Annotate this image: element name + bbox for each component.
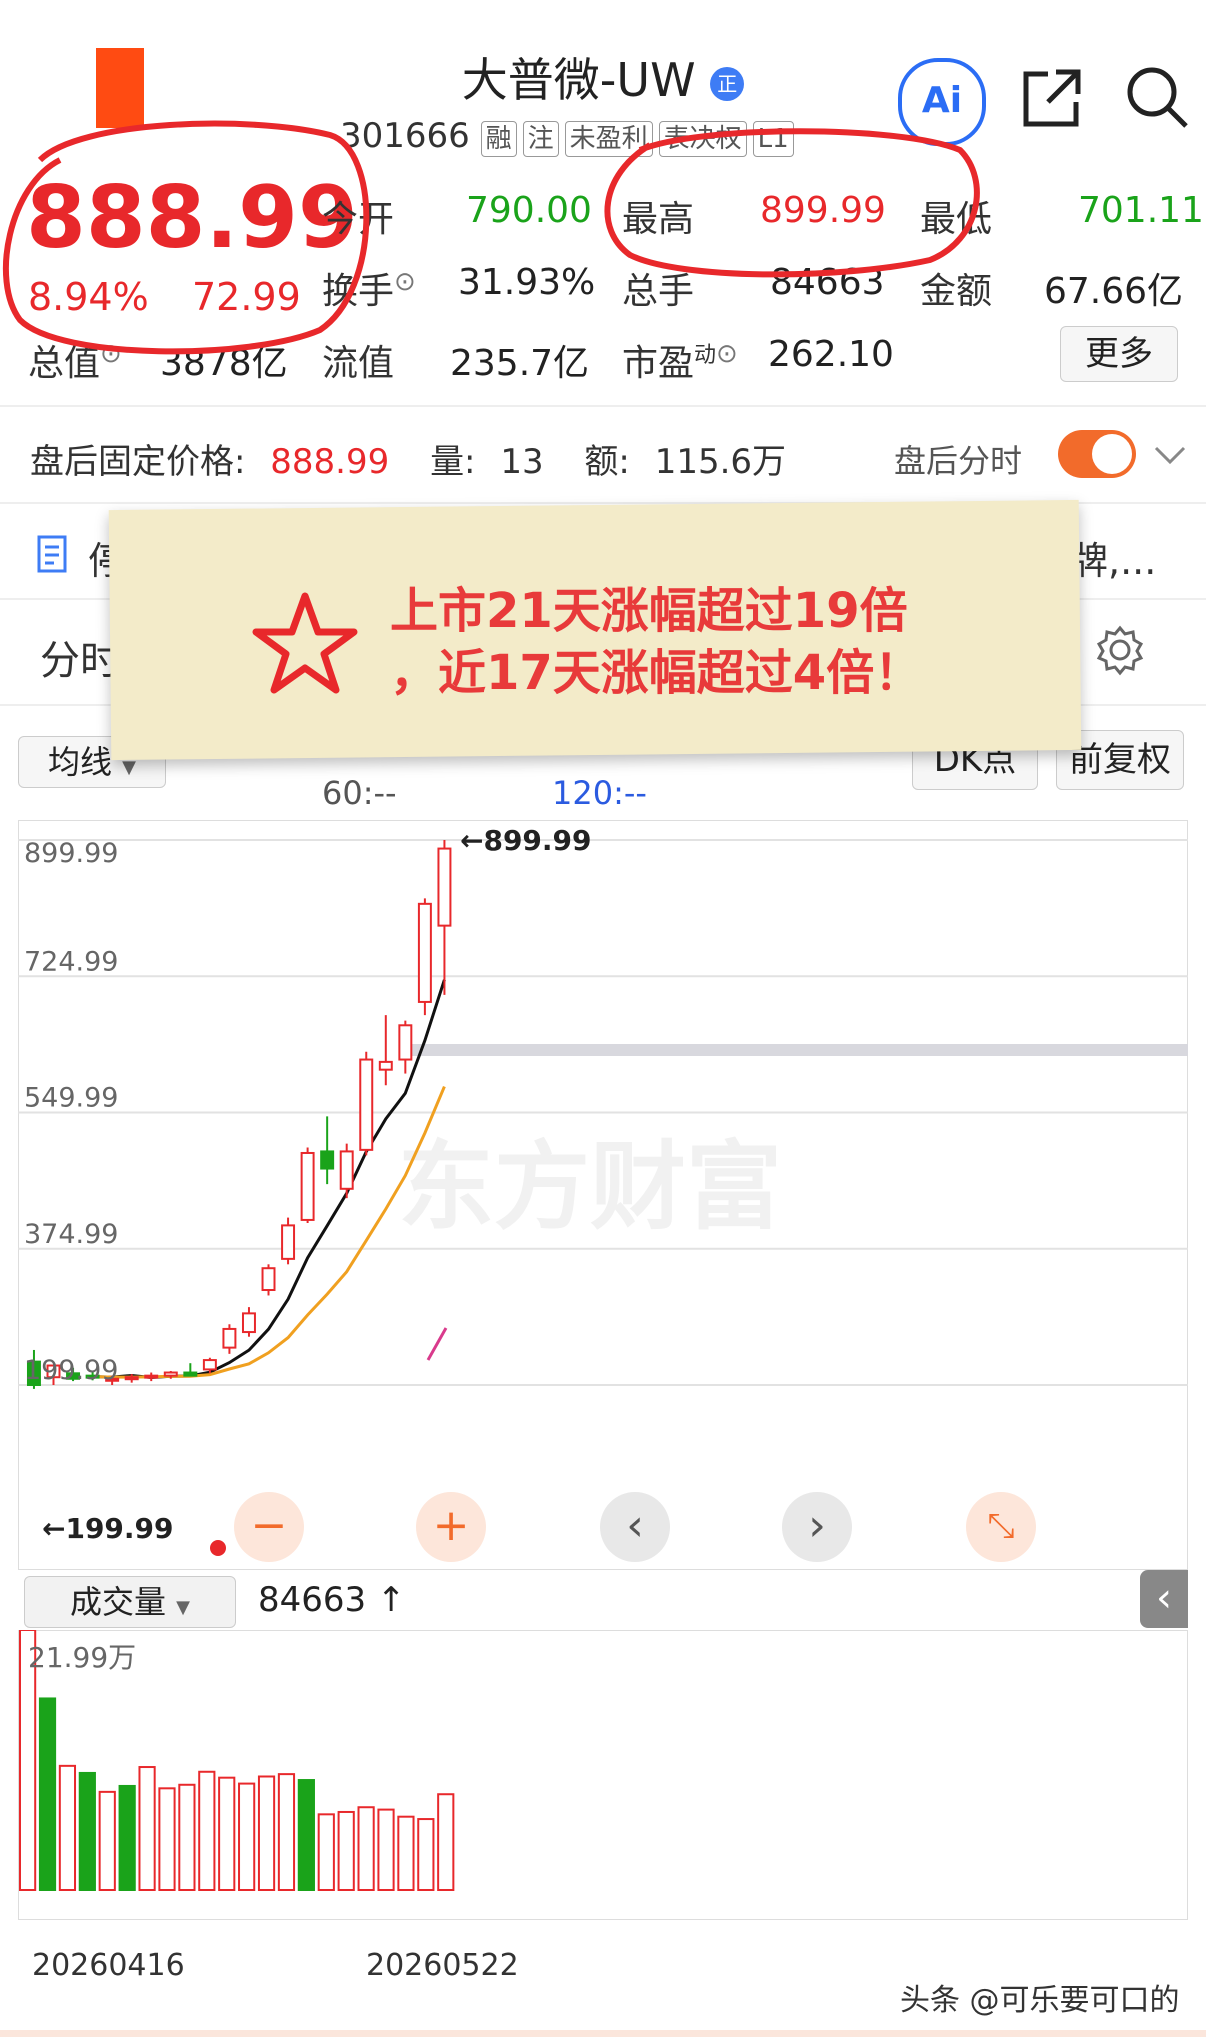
divider xyxy=(0,405,1206,407)
candle[interactable] xyxy=(222,1327,237,1349)
candle[interactable] xyxy=(378,1060,393,1071)
dropdown-arrow-icon: ▼ xyxy=(176,1597,191,1618)
sticky-note-text: 上市21天涨幅超过19倍 ，近17天涨幅超过4倍！ xyxy=(390,580,922,704)
y-tick-label: 899.99 xyxy=(24,838,118,869)
after-hours-toggle[interactable] xyxy=(1058,430,1136,478)
candle[interactable] xyxy=(437,847,452,927)
ma120-label: 120:-- xyxy=(552,774,647,812)
volume-bar[interactable] xyxy=(98,1790,116,1891)
volume-bar[interactable] xyxy=(417,1818,435,1892)
sticky-note-line2: ，近17天涨幅超过4倍！ xyxy=(390,645,923,701)
footer-watermark: 头条 @可乐要可口的 xyxy=(900,1983,1180,2018)
chevron-down-icon[interactable] xyxy=(1152,440,1188,470)
volume-bar[interactable] xyxy=(357,1806,375,1891)
candle[interactable] xyxy=(339,1150,354,1190)
ma60-label: 60:-- xyxy=(322,774,397,812)
candle[interactable] xyxy=(241,1312,256,1334)
price-band xyxy=(408,1044,1188,1056)
low-marker-label: ←199.99 xyxy=(42,1512,174,1545)
candle[interactable] xyxy=(417,902,432,1003)
volume-bar[interactable] xyxy=(138,1766,156,1891)
volume-bar[interactable] xyxy=(377,1808,395,1892)
candle[interactable] xyxy=(300,1151,315,1221)
candle[interactable] xyxy=(202,1359,217,1371)
after-hours-vol-value: 13 xyxy=(500,442,544,482)
after-hours-toggle-label: 盘后分时 xyxy=(894,442,1023,480)
candle[interactable] xyxy=(144,1374,159,1379)
y-tick-label: 199.99 xyxy=(24,1355,118,1386)
toggle-knob xyxy=(1092,434,1132,474)
volume-bar[interactable] xyxy=(118,1784,136,1892)
after-hours-price: 888.99 xyxy=(270,442,390,482)
red-annotation-circles xyxy=(2,120,980,355)
news-text-right[interactable]: 牌,... xyxy=(1070,530,1156,585)
candle[interactable] xyxy=(281,1224,296,1260)
chart-watermark: 东方财富 xyxy=(398,1131,782,1243)
volume-bar[interactable] xyxy=(218,1776,236,1892)
zoom-in-button[interactable]: + xyxy=(416,1492,486,1562)
collapse-panel-button[interactable]: ‹ xyxy=(1140,1570,1188,1628)
volume-bar[interactable] xyxy=(317,1813,335,1891)
pink-doodle xyxy=(426,1327,448,1361)
candle[interactable] xyxy=(261,1267,276,1292)
volume-chart[interactable] xyxy=(18,1630,1188,1920)
volume-max-label: 21.99万 xyxy=(28,1641,137,1674)
candle[interactable] xyxy=(163,1371,178,1377)
y-tick-label: 724.99 xyxy=(24,946,118,977)
chart-start-dot xyxy=(210,1540,226,1556)
after-hours-vol-label: 量: xyxy=(430,442,476,482)
y-tick-label: 549.99 xyxy=(24,1083,118,1114)
volume-bar[interactable] xyxy=(297,1779,315,1891)
candle[interactable] xyxy=(359,1058,374,1151)
next-button[interactable]: › xyxy=(782,1492,852,1562)
volume-bar[interactable] xyxy=(437,1793,455,1892)
volume-bar[interactable] xyxy=(277,1773,296,1891)
prev-button[interactable]: ‹ xyxy=(600,1492,670,1562)
volume-current: 84663 ↑ xyxy=(258,1580,406,1620)
volume-bar[interactable] xyxy=(238,1782,256,1891)
star-doodle-icon xyxy=(250,588,360,698)
dropdown-arrow-icon: ▼ xyxy=(122,757,137,778)
candle[interactable] xyxy=(124,1376,139,1381)
candle[interactable] xyxy=(183,1371,198,1377)
bottom-bar xyxy=(0,2030,1206,2037)
volume-bar[interactable] xyxy=(78,1771,96,1891)
tab-intraday[interactable]: 分时 xyxy=(40,628,120,686)
volume-bar[interactable] xyxy=(178,1783,196,1892)
x-tick-start: 20260416 xyxy=(32,1948,185,1983)
after-hours-amt-value: 115.6万 xyxy=(654,442,787,482)
sticky-note-line1: 上市21天涨幅超过19倍 xyxy=(390,583,908,639)
y-tick-label: 374.99 xyxy=(24,1219,118,1250)
volume-bar[interactable] xyxy=(38,1697,57,1891)
x-tick-end: 20260522 xyxy=(366,1948,519,1983)
fullscreen-icon[interactable]: ⤡ xyxy=(966,1492,1036,1562)
after-hours-row: 盘后固定价格: 888.99 量: 13 额: 115.6万 xyxy=(30,434,786,483)
after-hours-amt-label: 额: xyxy=(584,442,630,482)
settings-gear-icon[interactable] xyxy=(1094,624,1146,676)
volume-bar[interactable] xyxy=(337,1810,355,1891)
volume-bar[interactable] xyxy=(58,1764,77,1891)
ma5-line xyxy=(92,979,446,1380)
volume-bar[interactable] xyxy=(158,1787,176,1891)
volume-bar[interactable] xyxy=(257,1775,276,1892)
volume-bar[interactable] xyxy=(198,1770,216,1891)
volume-bar[interactable] xyxy=(397,1815,415,1891)
candle[interactable] xyxy=(320,1150,335,1170)
zoom-out-button[interactable]: − xyxy=(234,1492,304,1562)
volume-indicator-select[interactable]: 成交量 ▼ xyxy=(24,1576,236,1628)
after-hours-label: 盘后固定价格: xyxy=(30,442,246,482)
ma10-line xyxy=(92,1086,446,1379)
candle[interactable] xyxy=(398,1024,413,1061)
high-marker-label: ←899.99 xyxy=(460,824,592,857)
news-icon xyxy=(36,534,72,574)
candlestick-chart[interactable]: 东方财富 899.99 724.99 549.99 374.99 199.99 xyxy=(18,820,1188,1570)
